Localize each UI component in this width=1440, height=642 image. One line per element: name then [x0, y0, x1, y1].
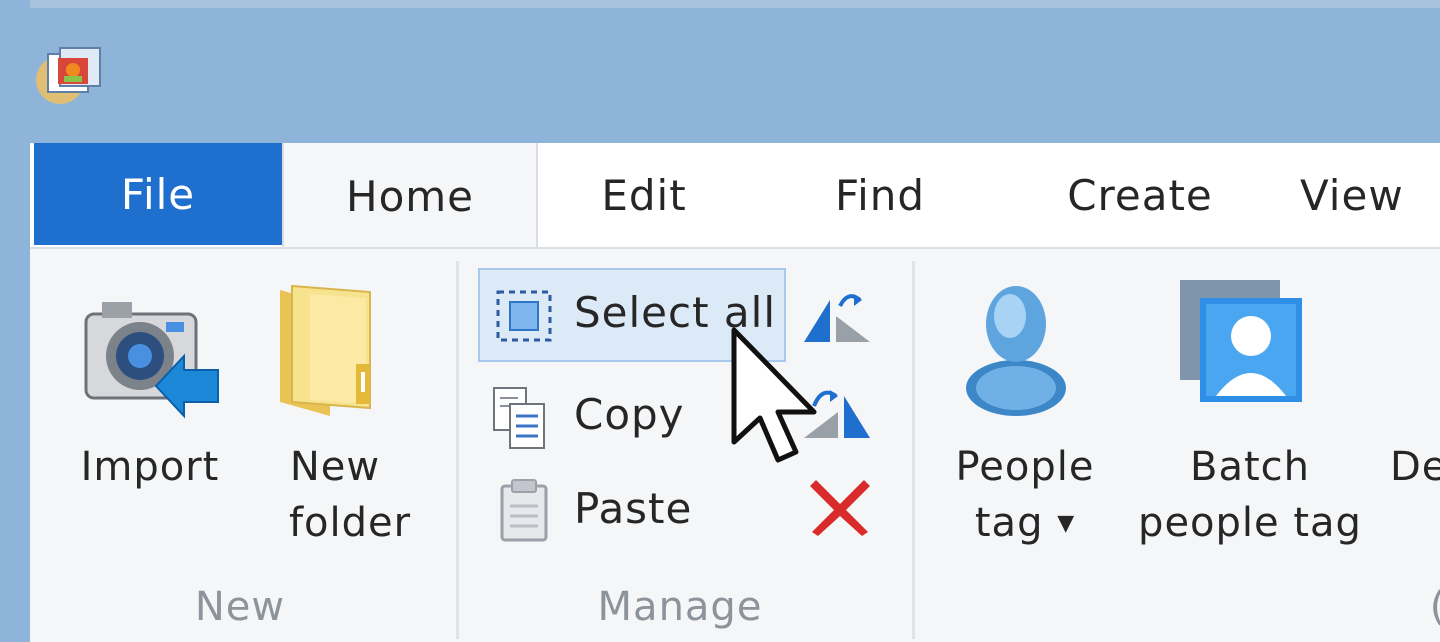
- copy-label: Copy: [574, 390, 685, 439]
- tab-edit[interactable]: Edit: [564, 143, 724, 247]
- photo-gallery-app-icon[interactable]: [34, 44, 106, 108]
- copy-icon: [493, 387, 545, 449]
- batch-people-tag-button[interactable]: Batch people tag: [1120, 276, 1380, 556]
- paste-icon: [500, 479, 548, 542]
- person-icon: [966, 286, 1066, 416]
- paste-label: Paste: [574, 484, 693, 533]
- select-all-icon: [496, 290, 552, 342]
- group-separator: [912, 261, 915, 639]
- tab-file[interactable]: File: [34, 143, 282, 245]
- window-top-border: [0, 0, 1440, 8]
- import-button[interactable]: Import: [60, 280, 240, 500]
- people-tag-label-line1: People: [955, 444, 1095, 490]
- clipped-button-label: De: [1390, 444, 1440, 490]
- people-tag-button[interactable]: People tag ▼: [940, 276, 1110, 556]
- ribbon-tab-row: File Home Edit Find Create View: [30, 143, 1440, 249]
- delete-icon[interactable]: [808, 474, 872, 538]
- tab-create[interactable]: Create: [1030, 143, 1250, 247]
- new-folder-label-line2: folder: [288, 500, 412, 546]
- people-tag-label-line2: tag ▼: [940, 496, 1110, 557]
- paste-button[interactable]: Paste: [484, 470, 704, 554]
- group-separator: [456, 261, 459, 639]
- new-folder-button[interactable]: New folder: [250, 280, 420, 550]
- import-label: Import: [80, 444, 220, 490]
- clipped-group-label: (: [1428, 584, 1440, 630]
- folder-icon: [280, 284, 371, 416]
- group-label-new: New: [194, 584, 286, 630]
- batch-people-tag-label-line1: Batch: [1190, 444, 1310, 490]
- tab-view[interactable]: View: [1300, 143, 1440, 247]
- batch-person-icon: [1180, 280, 1302, 402]
- people-tag-label-text: tag: [974, 500, 1044, 546]
- title-bar[interactable]: [0, 8, 1440, 144]
- copy-button[interactable]: Copy: [484, 376, 704, 460]
- dropdown-arrow-icon[interactable]: ▼: [1057, 511, 1075, 536]
- tab-find[interactable]: Find: [800, 143, 960, 247]
- new-folder-label-line1: New: [289, 444, 381, 490]
- camera-import-icon: [84, 302, 219, 419]
- group-label-manage: Manage: [597, 584, 763, 630]
- window-left-border: [0, 0, 30, 640]
- batch-people-tag-label-line2: people tag: [1138, 500, 1362, 546]
- tab-home[interactable]: Home: [282, 143, 538, 249]
- mouse-pointer-icon: [731, 327, 817, 463]
